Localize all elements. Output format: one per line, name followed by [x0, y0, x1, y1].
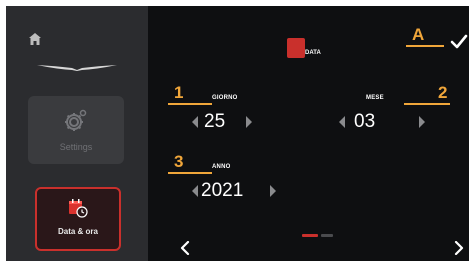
date-settings-panel: DATA A 1 2 3 GIORNO 25 MESE 03 ANNO 2021 — [148, 6, 469, 261]
brand-wings-icon — [37, 65, 117, 71]
callout-a: A — [412, 25, 425, 44]
pager-dot-active — [302, 234, 318, 237]
month-decrease-arrow[interactable] — [337, 115, 347, 129]
home-icon[interactable] — [28, 32, 42, 46]
callout-2-underline — [404, 103, 450, 105]
callout-3-underline — [168, 172, 212, 174]
display-screen: Settings Data & ora DATA A 1 2 3 GIORNO … — [6, 6, 469, 261]
day-increase-arrow[interactable] — [244, 115, 254, 129]
callout-3: 3 — [174, 152, 184, 171]
header-logo-text: DATA — [305, 50, 321, 56]
chevron-right-icon[interactable] — [454, 241, 464, 255]
callout-1: 1 — [174, 83, 184, 102]
settings-label: Settings — [59, 142, 93, 152]
pager-dot — [321, 234, 333, 237]
date-time-button[interactable]: Data & ora — [35, 187, 121, 251]
date-header-logo: DATA — [287, 38, 329, 62]
day-label: GIORNO — [212, 95, 238, 101]
month-value: 03 — [354, 111, 376, 132]
month-label: MESE — [366, 95, 384, 101]
callout-1-underline — [168, 103, 212, 105]
date-time-label: Data & ora — [57, 227, 98, 236]
sidebar: Settings Data & ora — [6, 6, 148, 261]
month-increase-arrow[interactable] — [417, 115, 427, 129]
calendar-clock-icon — [69, 199, 88, 218]
year-decrease-arrow[interactable] — [190, 184, 200, 198]
year-increase-arrow[interactable] — [268, 184, 278, 198]
checkmark-icon[interactable] — [450, 34, 468, 50]
year-value: 2021 — [201, 180, 244, 201]
calendar-badge-icon — [287, 38, 305, 58]
gear-icon — [65, 109, 87, 131]
day-decrease-arrow[interactable] — [190, 115, 200, 129]
callout-a-underline — [406, 45, 444, 47]
settings-button[interactable]: Settings — [28, 96, 124, 164]
callout-2: 2 — [438, 83, 448, 102]
day-value: 25 — [204, 111, 226, 132]
year-label: ANNO — [212, 164, 231, 170]
chevron-left-icon[interactable] — [180, 241, 190, 255]
